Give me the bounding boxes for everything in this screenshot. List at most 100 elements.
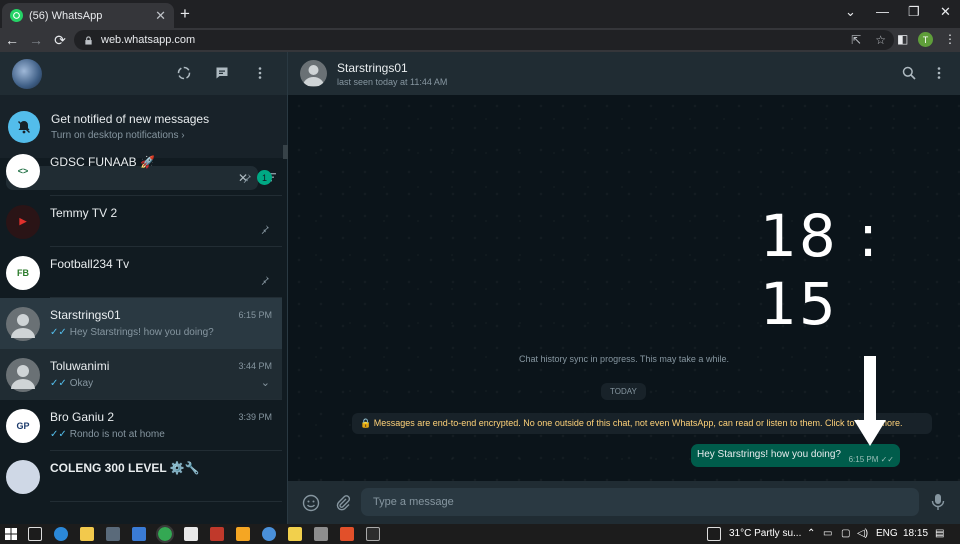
network-icon[interactable]: ▢	[841, 528, 850, 539]
mail-icon[interactable]	[132, 527, 146, 541]
conversation-pane: Starstrings01 last seen today at 11:44 A…	[288, 52, 960, 524]
url-text: web.whatsapp.com	[101, 34, 196, 46]
chat-avatar	[6, 459, 40, 494]
chat-item-starstrings01[interactable]: Starstrings01 ✓✓ Hey Starstrings! how you…	[0, 298, 282, 349]
bookmark-star-icon[interactable]: ☆	[875, 33, 886, 47]
browser-menu-icon[interactable]: ⋮	[944, 32, 956, 46]
read-ticks-icon: ✓✓	[50, 327, 67, 338]
reload-icon[interactable]: ⟳	[48, 32, 72, 49]
search-icon[interactable]	[902, 66, 916, 85]
chrome-icon[interactable]	[156, 525, 174, 543]
emoji-icon[interactable]	[302, 494, 320, 512]
chat-item-gdsc-funaab[interactable]: <> GDSC FUNAAB 🚀 1	[0, 145, 282, 196]
edge-browser-icon[interactable]	[54, 527, 68, 541]
notepad-icon[interactable]	[184, 527, 198, 541]
tab-title: (56) WhatsApp	[29, 9, 103, 22]
message-text: Hey Starstrings! how you doing?	[697, 449, 841, 460]
message-input[interactable]	[361, 488, 919, 516]
chat-avatar: GP	[6, 408, 40, 443]
microphone-icon[interactable]	[930, 493, 946, 511]
chevron-down-icon[interactable]: ⌄	[261, 376, 270, 389]
profile-avatar[interactable]: T	[918, 32, 933, 47]
close-window-button[interactable]: ✕	[940, 4, 951, 20]
battery-icon[interactable]: ▭	[823, 528, 832, 539]
browser-tab-strip: (56) WhatsApp ✕ + ⌄ — ❐ ✕	[0, 0, 960, 28]
default-avatar-icon	[6, 306, 40, 341]
restore-window-button[interactable]: ❐	[908, 4, 920, 20]
read-ticks-icon: ✓✓	[50, 429, 67, 440]
chat-time: 6:15 PM	[238, 310, 272, 320]
chat-name: Football234 Tv	[50, 257, 130, 271]
pycharm-icon[interactable]	[366, 527, 380, 541]
new-tab-button[interactable]: +	[180, 4, 190, 24]
chat-last-message: Hey Starstrings! how you doing?	[69, 327, 214, 338]
annotation-arrow-head	[854, 420, 886, 446]
chat-time: 3:44 PM	[238, 361, 272, 371]
address-bar[interactable]: web.whatsapp.com ⇱ ☆	[74, 30, 894, 50]
message-time: 6:15 PM ✓✓	[848, 455, 894, 464]
clock-overlay: 18 : 15	[760, 202, 880, 338]
chat-avatar: ▶	[6, 204, 40, 239]
windows-taskbar: 31°C Partly su... ⌃ ▭ ▢ ◁) ENG 18:15 ▤	[0, 524, 960, 544]
conversation-menu-icon[interactable]	[934, 66, 944, 85]
chat-list: <> GDSC FUNAAB 🚀 1 ▶ Temmy TV 2 FB Footb…	[0, 145, 282, 502]
close-tab-icon[interactable]: ✕	[155, 8, 166, 24]
status-icon[interactable]	[175, 64, 193, 82]
enable-notifications-link[interactable]: Turn on desktop notifications ›	[51, 130, 209, 141]
new-chat-icon[interactable]	[213, 64, 231, 82]
chat-item-coleng-300-level[interactable]: COLENG 300 LEVEL ⚙️🔧	[0, 451, 282, 502]
app-icon-gray[interactable]	[314, 527, 328, 541]
brave-icon[interactable]	[340, 527, 354, 541]
chat-avatar: <>	[6, 153, 40, 188]
pin-icon	[261, 225, 269, 234]
app-icon-red[interactable]	[210, 527, 224, 541]
chat-avatar: FB	[6, 255, 40, 290]
store-icon[interactable]	[106, 527, 120, 541]
chat-item-bro-ganiu-2[interactable]: GP Bro Ganiu 2 ✓✓ Rondo is not at home 3:…	[0, 400, 282, 451]
tray-expand-icon[interactable]: ⌃	[807, 528, 815, 539]
pin-icon	[261, 276, 269, 285]
conversation-header[interactable]: Starstrings01 last seen today at 11:44 A…	[288, 52, 960, 95]
chat-last-message: Rondo is not at home	[69, 429, 165, 440]
forward-arrow-icon[interactable]: →	[24, 32, 48, 48]
volume-icon[interactable]: ◁)	[857, 528, 868, 539]
message-composer	[288, 481, 960, 524]
contact-avatar[interactable]	[300, 60, 327, 87]
unread-count-badge: 1	[257, 170, 272, 185]
sticky-notes-icon[interactable]	[288, 527, 302, 541]
tab-search-icon[interactable]: ⌄	[845, 4, 856, 20]
chat-name: GDSC FUNAAB 🚀	[50, 155, 155, 169]
date-chip: TODAY	[601, 383, 646, 400]
my-profile-avatar[interactable]	[12, 58, 42, 89]
last-seen-status: last seen today at 11:44 AM	[337, 76, 448, 87]
notification-center-icon[interactable]: ▤	[935, 528, 944, 539]
share-icon[interactable]: ⇱	[851, 33, 861, 47]
default-avatar-icon	[6, 357, 40, 392]
windows-start-icon[interactable]	[4, 527, 18, 541]
chat-name: COLENG 300 LEVEL ⚙️🔧	[50, 461, 200, 475]
chat-name: Temmy TV 2	[50, 206, 118, 220]
file-explorer-icon[interactable]	[80, 527, 94, 541]
chat-item-football234-tv[interactable]: FB Football234 Tv	[0, 247, 282, 298]
back-arrow-icon[interactable]: ←	[0, 32, 24, 48]
attach-icon[interactable]	[334, 494, 352, 512]
side-panel-icon[interactable]: ◧	[897, 32, 908, 46]
weather-icon	[707, 527, 721, 541]
menu-icon[interactable]	[251, 64, 269, 82]
chat-item-temmy-tv-2[interactable]: ▶ Temmy TV 2	[0, 196, 282, 247]
taskbar-clock[interactable]: 18:15	[903, 528, 928, 539]
language-indicator[interactable]: ENG	[876, 528, 898, 539]
contact-name: Starstrings01	[337, 60, 408, 75]
minimize-window-button[interactable]: —	[876, 4, 889, 19]
bell-off-icon	[8, 110, 40, 143]
weather-text[interactable]: 31°C Partly su...	[729, 528, 801, 539]
chat-item-toluwanimi[interactable]: Toluwanimi ✓✓ Okay 3:44 PM ⌄	[0, 349, 282, 400]
task-view-icon[interactable]	[28, 527, 42, 541]
outgoing-message[interactable]: Hey Starstrings! how you doing? 6:15 PM …	[691, 444, 900, 467]
whatsapp-favicon-icon	[10, 9, 23, 22]
browser-tab-whatsapp[interactable]: (56) WhatsApp ✕	[2, 3, 174, 28]
read-ticks-icon: ✓✓	[50, 378, 67, 389]
app-icon-globe[interactable]	[262, 527, 276, 541]
encryption-notice[interactable]: 🔒 Messages are end-to-end encrypted. No …	[352, 413, 932, 434]
vlc-icon[interactable]	[236, 527, 250, 541]
